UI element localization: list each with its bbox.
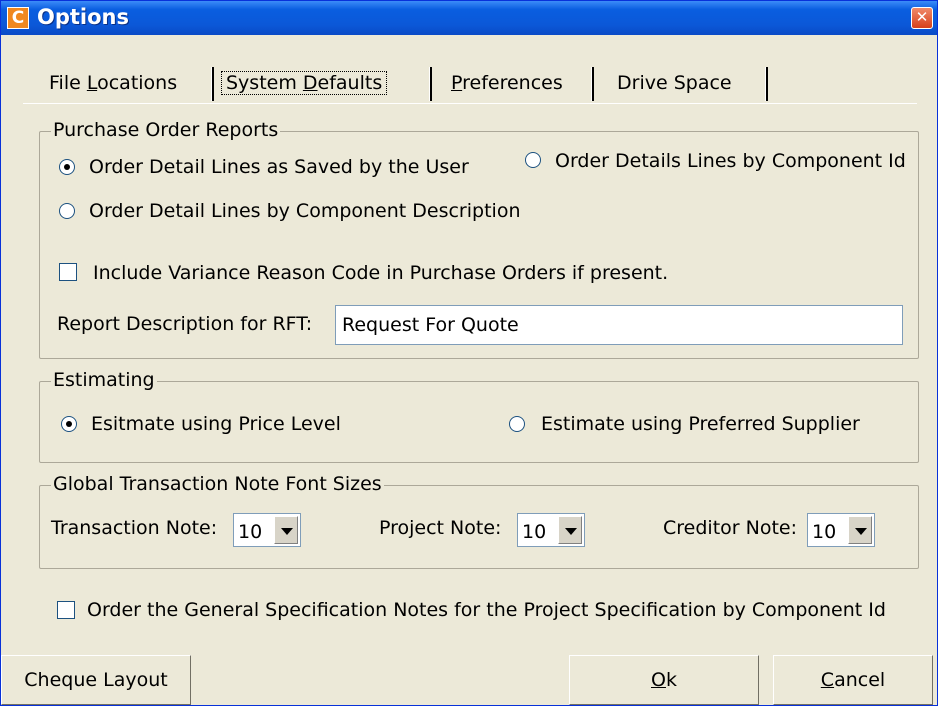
tab-label: System (226, 72, 303, 94)
app-icon: C (7, 7, 29, 29)
cheque-layout-button[interactable]: Cheque Layout (1, 655, 191, 705)
tab-system-defaults[interactable]: System Defaults (221, 65, 388, 101)
creditor-note-label: Creditor Note: (663, 517, 797, 539)
cancel-button[interactable]: Cancel (773, 655, 933, 705)
transaction-note-label: Transaction Note: (51, 517, 218, 539)
creditor-note-size-value: 10 (812, 521, 837, 543)
radio-by-component-desc[interactable] (59, 203, 75, 219)
tab-divider (765, 67, 768, 101)
spec-notes-label[interactable]: Order the General Specification Notes fo… (87, 598, 886, 622)
radio-saved-by-user[interactable] (59, 159, 75, 175)
tab-divider (429, 67, 432, 101)
tab-label: Drive Space (617, 72, 732, 94)
close-icon[interactable]: ✕ (911, 7, 933, 29)
ok-label: k (665, 669, 677, 691)
ok-mnemonic: O (651, 669, 666, 691)
tab-label: references (462, 72, 563, 94)
radio-price-level-label[interactable]: Esitmate using Price Level (91, 412, 341, 436)
project-note-size-value: 10 (522, 521, 547, 543)
window-title: Options (37, 5, 129, 29)
transaction-note-size-value: 10 (238, 521, 263, 543)
creditor-note-size-select[interactable]: 10 (807, 513, 875, 547)
tab-active-focus: System Defaults (221, 71, 388, 95)
cancel-mnemonic: C (820, 669, 835, 691)
radio-preferred-supplier-label[interactable]: Estimate using Preferred Supplier (541, 412, 860, 436)
cancel-label: ancel (834, 669, 886, 691)
estimating-legend: Estimating (51, 369, 157, 391)
tab-label: ocations (97, 72, 178, 94)
chevron-down-icon[interactable] (274, 516, 298, 544)
tab-divider (591, 67, 594, 101)
chevron-down-icon[interactable] (848, 516, 872, 544)
tab-file-locations[interactable]: File Locations (49, 65, 177, 101)
project-note-size-select[interactable]: 10 (517, 513, 585, 547)
rft-description-input[interactable]: Request For Quote (335, 305, 903, 345)
transaction-note-size-select[interactable]: 10 (233, 513, 301, 547)
radio-preferred-supplier[interactable] (509, 416, 525, 432)
font-sizes-legend: Global Transaction Note Font Sizes (51, 473, 384, 495)
purchase-order-reports-legend: Purchase Order Reports (51, 119, 281, 141)
radio-by-component-desc-label[interactable]: Order Detail Lines by Component Descript… (89, 199, 520, 223)
title-bar[interactable]: C Options ✕ (1, 1, 937, 35)
tab-mnemonic: L (86, 72, 98, 94)
radio-saved-by-user-label[interactable]: Order Detail Lines as Saved by the User (89, 155, 469, 179)
options-dialog: C Options ✕ File Locations System Defaul… (0, 0, 938, 706)
tab-label: efaults (317, 72, 383, 94)
tab-divider (211, 67, 214, 101)
radio-by-component-id[interactable] (525, 152, 541, 168)
tab-label: File (49, 72, 87, 94)
tab-panel-border (23, 103, 917, 104)
project-note-label: Project Note: (379, 517, 502, 539)
tab-drive-space[interactable]: Drive Space (617, 65, 732, 101)
radio-by-component-id-label[interactable]: Order Details Lines by Component Id (555, 149, 906, 173)
ok-button[interactable]: Ok (569, 655, 759, 705)
tab-mnemonic: P (451, 72, 463, 94)
chevron-down-icon[interactable] (558, 516, 582, 544)
radio-price-level[interactable] (61, 416, 77, 432)
tab-mnemonic: D (302, 72, 318, 94)
variance-reason-label[interactable]: Include Variance Reason Code in Purchase… (93, 261, 668, 285)
variance-reason-checkbox[interactable] (59, 263, 77, 281)
rft-label: Report Description for RFT: (57, 313, 313, 335)
spec-notes-checkbox[interactable] (57, 601, 75, 619)
tab-preferences[interactable]: Preferences (451, 65, 563, 101)
tab-strip: File Locations System Defaults Preferenc… (31, 65, 783, 101)
